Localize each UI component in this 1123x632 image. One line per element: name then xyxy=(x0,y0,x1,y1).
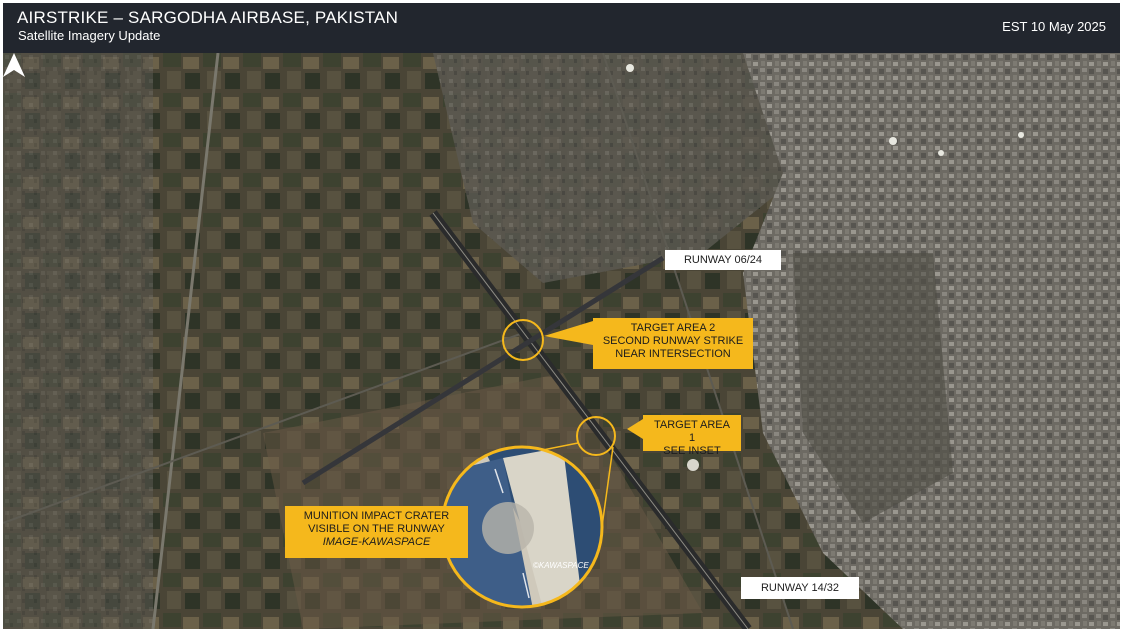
target1-line2: SEE INSET xyxy=(663,445,721,457)
crater-line1: MUNITION IMPACT CRATER xyxy=(303,510,450,522)
north-arrow-icon xyxy=(3,53,25,77)
target2-line2: SECOND RUNWAY STRIKE xyxy=(602,335,744,347)
target2-line1: TARGET AREA 2 xyxy=(630,322,716,334)
target1-line1: TARGET AREA 1 xyxy=(653,419,730,444)
runway-0624-label: RUNWAY 06/24 xyxy=(665,250,781,270)
header-bar: AIRSTRIKE – SARGODHA AIRBASE, PAKISTAN S… xyxy=(3,3,1120,53)
target2-line3: NEAR INTERSECTION xyxy=(615,348,731,360)
map-frame: AIRSTRIKE – SARGODHA AIRBASE, PAKISTAN S… xyxy=(3,3,1120,629)
image-date: EST 10 May 2025 xyxy=(1002,19,1106,34)
runway-1432-label: RUNWAY 14/32 xyxy=(741,577,859,599)
page-title: AIRSTRIKE – SARGODHA AIRBASE, PAKISTAN xyxy=(17,8,399,27)
satellite-image: RUNWAY 06/24 RUNWAY 14/32 TARGET AREA 2 … xyxy=(3,53,1120,629)
target-area-1-callout: TARGET AREA 1 SEE INSET xyxy=(643,415,741,457)
crater-line3: IMAGE-KAWASPACE xyxy=(322,536,431,548)
target-area-2-callout: TARGET AREA 2 SECOND RUNWAY STRIKE NEAR … xyxy=(593,318,753,369)
crater-callout: MUNITION IMPACT CRATER VISIBLE ON THE RU… xyxy=(285,506,468,558)
inset-watermark: ©KAWASPACE xyxy=(533,561,589,570)
page-subtitle: Satellite Imagery Update xyxy=(18,28,161,43)
crater-line2: VISIBLE ON THE RUNWAY xyxy=(308,523,445,535)
satellite-imagery xyxy=(3,53,1120,629)
